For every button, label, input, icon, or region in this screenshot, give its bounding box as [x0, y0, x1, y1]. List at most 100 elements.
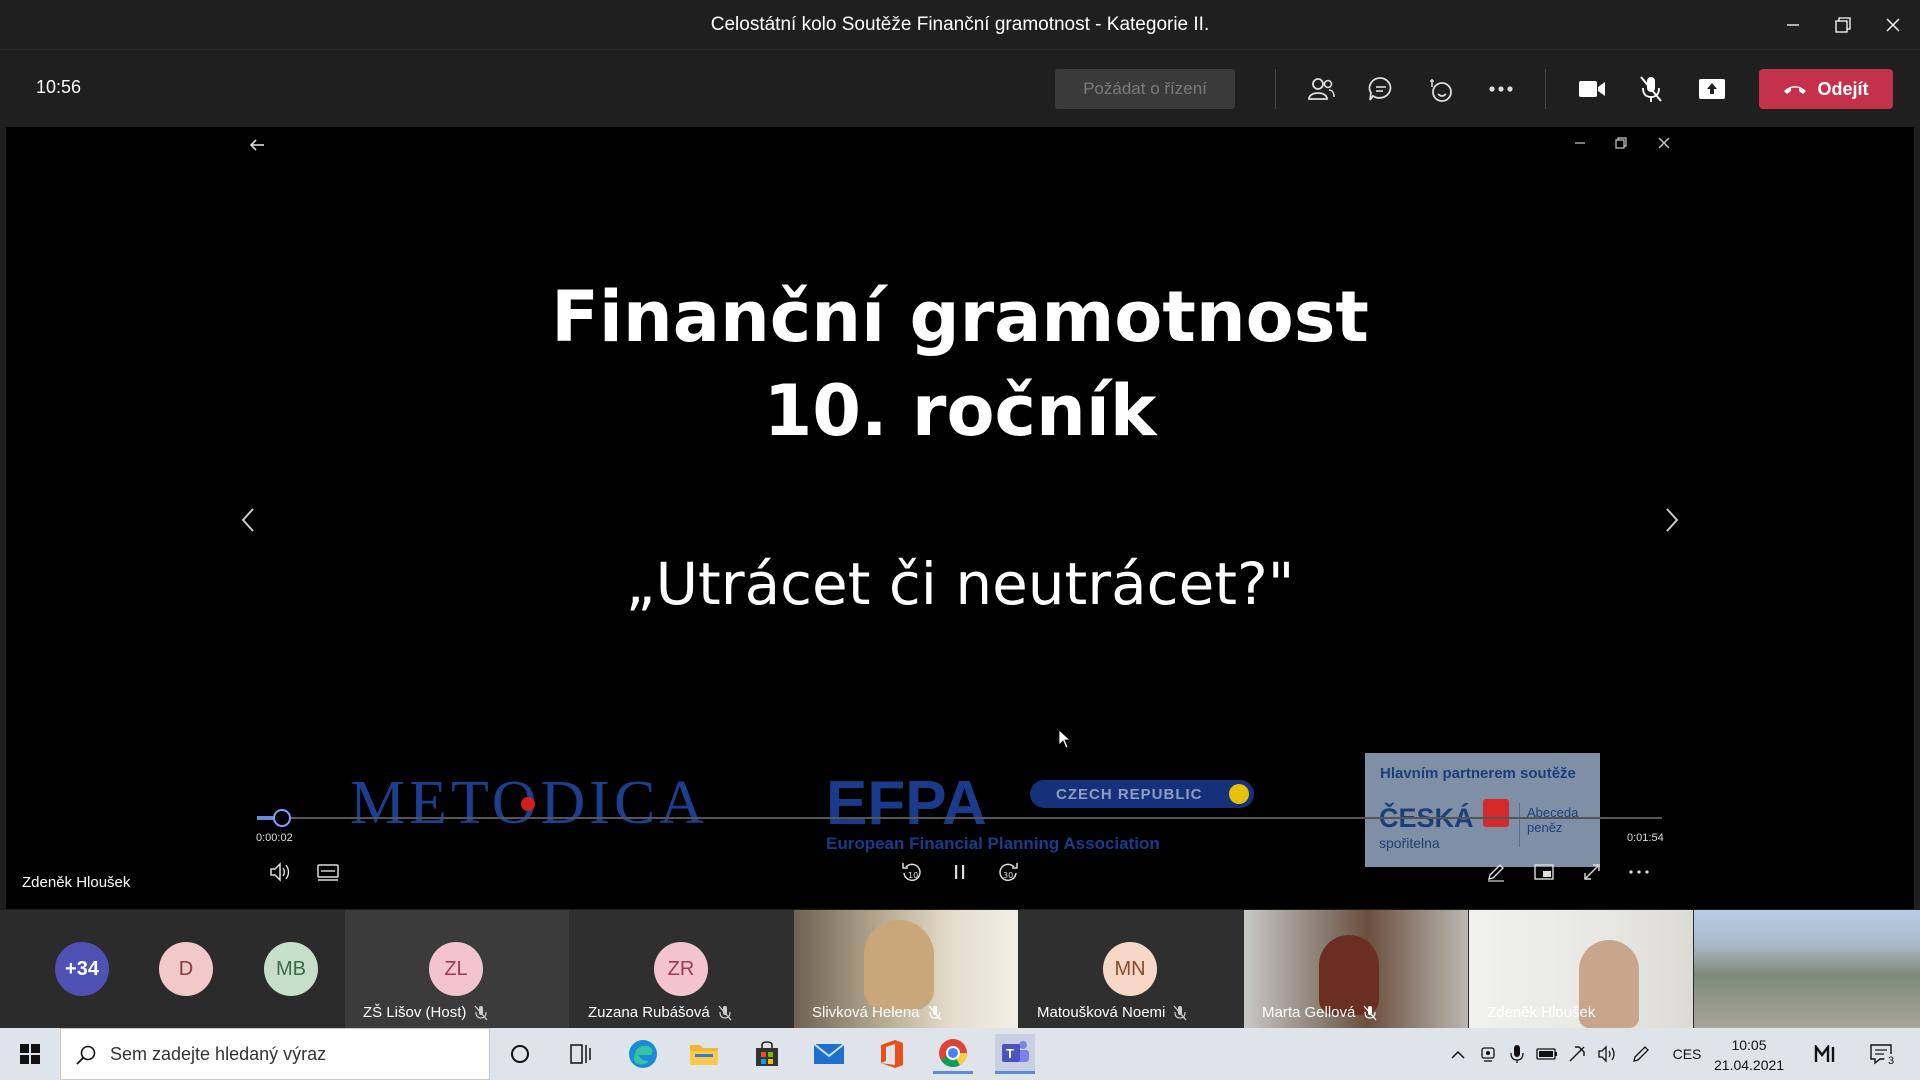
search-placeholder: Sem zadejte hledaný výraz	[110, 1044, 327, 1064]
request-control-button[interactable]: Požádat o řízení	[1055, 69, 1235, 109]
partner-divider	[1519, 803, 1520, 847]
partner-side-line2: peněz	[1527, 820, 1563, 835]
participant-video-tile[interactable]: Zdeněk Hloušek	[1469, 910, 1693, 1028]
mic-muted-icon	[718, 1005, 732, 1020]
task-view-icon[interactable]	[560, 1034, 600, 1074]
share-screen-icon[interactable]	[1692, 69, 1732, 109]
participant-avatar[interactable]: MB	[264, 942, 318, 996]
partner-side-text: Abeceda peněz	[1527, 805, 1578, 835]
partner-heading: Hlavním partnerem soutěže	[1380, 765, 1576, 782]
participant-name: Marta Gellová	[1262, 1004, 1356, 1021]
toolbar-divider	[1275, 69, 1276, 109]
window-title-bar: Celostátní kolo Soutěže Finanční gramotn…	[0, 0, 1920, 50]
tray-overflow-icon[interactable]	[1447, 1042, 1469, 1066]
participant-video-tile[interactable]	[1694, 910, 1920, 1028]
notifications-icon[interactable]: 3	[1866, 1042, 1898, 1068]
windows-start-icon[interactable]	[10, 1034, 50, 1074]
taskbar-search-input[interactable]: Sem zadejte hledaný výraz	[60, 1028, 490, 1080]
reactions-icon[interactable]	[1421, 69, 1461, 109]
mail-icon[interactable]	[809, 1034, 849, 1074]
tray-pen-icon[interactable]	[1630, 1042, 1652, 1066]
captions-icon[interactable]	[313, 857, 343, 887]
tray-app-m-icon[interactable]	[1812, 1042, 1840, 1066]
participant-avatar: ZR	[654, 942, 708, 996]
microphone-muted-icon[interactable]	[1631, 69, 1671, 109]
participant-name: Zuzana Rubášová	[588, 1004, 710, 1021]
ceska-sporitelna-logo	[1483, 799, 1509, 827]
viewer-close-icon[interactable]	[1654, 133, 1674, 153]
participant-tile[interactable]: ZL ZŠ Lišov (Host)	[345, 910, 569, 1028]
participant-name-row: Slivková Helena	[812, 1004, 942, 1021]
participant-name-row: Matoušková Noemi	[1037, 1004, 1187, 1021]
next-slide-icon[interactable]	[1652, 500, 1692, 540]
efpa-full-name: European Financial Planning Association	[826, 834, 1160, 853]
participant-name-row: ZŠ Lišov (Host)	[363, 1004, 488, 1021]
pause-icon[interactable]	[945, 857, 975, 887]
tray-microphone-icon[interactable]	[1506, 1042, 1528, 1066]
efpa-logo-dot	[1229, 784, 1249, 804]
hang-up-icon	[1784, 86, 1807, 94]
viewer-minimize-icon[interactable]	[1570, 133, 1590, 153]
metodica-logo-dot	[521, 797, 535, 811]
edge-icon[interactable]	[623, 1034, 663, 1074]
slide-subtitle: „Utrácet či neutrácet?"	[625, 550, 1295, 618]
slide-title: Finanční gramotnost 10. ročník	[0, 270, 1920, 458]
presenter-name: Zdeněk Hloušek	[22, 874, 131, 891]
search-icon	[76, 1045, 96, 1065]
partner-logo-box: Hlavním partnerem soutěže ČESKÁ spořitel…	[1365, 753, 1600, 867]
slide-title-line1: Finanční gramotnost	[551, 276, 1369, 358]
more-options-icon[interactable]	[1481, 69, 1521, 109]
tray-clock[interactable]: 10:05 21.04.2021	[1714, 1035, 1784, 1075]
participant-video-tile[interactable]: Marta Gellová	[1244, 910, 1468, 1028]
close-icon[interactable]	[1868, 0, 1918, 50]
mouse-cursor-icon	[1058, 729, 1072, 749]
total-time: 0:01:54	[1627, 832, 1664, 844]
forward-30-icon[interactable]: 30	[993, 857, 1023, 887]
tray-network-icon[interactable]	[1566, 1042, 1588, 1066]
fullscreen-icon[interactable]	[1577, 857, 1607, 887]
teams-icon[interactable]: T	[995, 1034, 1035, 1074]
rewind-10-icon[interactable]: 10	[897, 857, 927, 887]
meeting-duration: 10:56	[36, 77, 82, 97]
tray-volume-icon[interactable]	[1596, 1042, 1618, 1066]
participant-tile[interactable]: MN Matoušková Noemi	[1019, 910, 1243, 1028]
tray-webcam-icon[interactable]	[1477, 1042, 1499, 1066]
participant-name-row: Zuzana Rubášová	[588, 1004, 732, 1021]
previous-slide-icon[interactable]	[228, 500, 268, 540]
office-icon[interactable]	[871, 1034, 911, 1074]
participant-avatar: ZL	[429, 942, 483, 996]
participant-avatar[interactable]: D	[159, 942, 213, 996]
participant-video-tile[interactable]: Slivková Helena	[794, 910, 1018, 1028]
seek-bar[interactable]	[257, 817, 1662, 819]
leave-label: Odejít	[1817, 78, 1869, 99]
chat-icon[interactable]	[1361, 69, 1401, 109]
minimize-icon[interactable]	[1768, 0, 1818, 50]
leave-button[interactable]: Odejít	[1759, 69, 1893, 109]
viewer-restore-icon[interactable]	[1611, 133, 1631, 153]
player-more-icon[interactable]	[1624, 857, 1654, 887]
back-arrow-icon[interactable]	[245, 133, 269, 157]
file-explorer-icon[interactable]	[684, 1034, 724, 1074]
store-icon[interactable]	[747, 1034, 787, 1074]
mic-muted-icon	[1173, 1005, 1187, 1020]
participant-video-figure	[1319, 935, 1379, 1015]
restore-icon[interactable]	[1818, 0, 1868, 50]
tray-battery-icon[interactable]	[1536, 1042, 1558, 1066]
chrome-icon[interactable]	[933, 1034, 973, 1074]
annotate-pen-icon[interactable]	[1481, 857, 1511, 887]
mic-muted-icon	[928, 1005, 942, 1020]
participant-strip: +34 D MB ZL ZŠ Lišov (Host) ZR Zuzana Ru…	[0, 910, 1920, 1028]
participant-name: Zdeněk Hloušek	[1487, 1004, 1596, 1021]
participant-name: Matoušková Noemi	[1037, 1004, 1166, 1021]
participant-name-row: Marta Gellová	[1262, 1004, 1377, 1021]
participant-tile[interactable]: ZR Zuzana Rubášová	[570, 910, 794, 1028]
camera-icon[interactable]	[1572, 69, 1612, 109]
volume-icon[interactable]	[265, 857, 295, 887]
picture-in-picture-icon[interactable]	[1529, 857, 1559, 887]
more-participants-button[interactable]: +34	[55, 942, 109, 996]
tray-language[interactable]: CES	[1672, 1042, 1702, 1066]
toolbar-divider	[1545, 69, 1546, 109]
participants-icon[interactable]	[1301, 69, 1341, 109]
cortana-icon[interactable]	[500, 1034, 540, 1074]
participant-name: Slivková Helena	[812, 1004, 920, 1021]
